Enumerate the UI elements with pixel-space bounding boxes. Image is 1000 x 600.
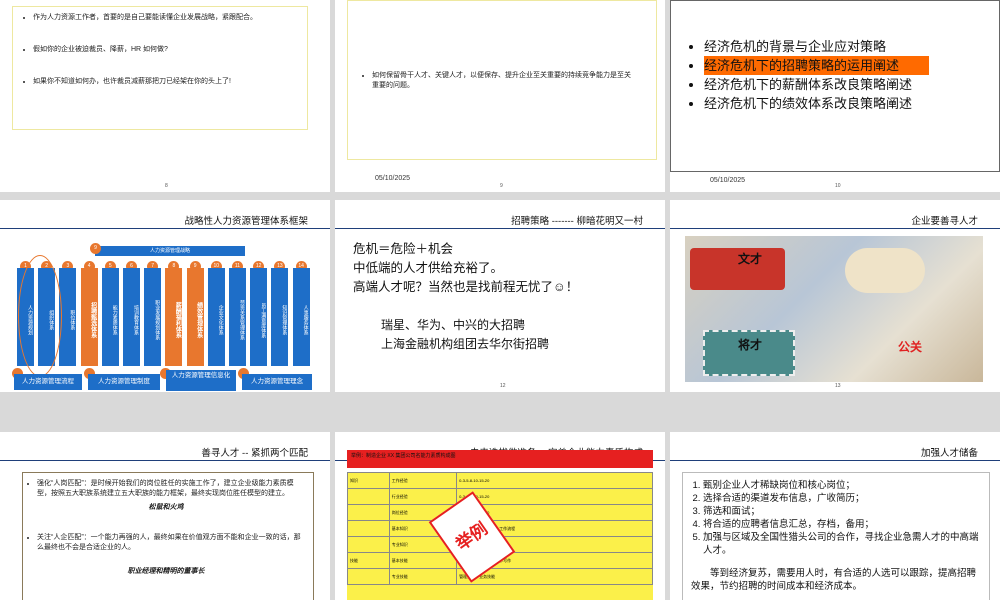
text-line: 瑞星、华为、中兴的大招聘 <box>381 318 526 332</box>
framework-column: 薪酬福利体系 <box>165 268 183 366</box>
table-row: 知识 工作经验 0-3-5-8-10-15-20 <box>347 472 653 489</box>
content-box: 甄别企业人才稀缺岗位和核心岗位； 选择合适的渠道发布信息，广收简历； 筛选和面试… <box>682 472 990 600</box>
framework-column: 劳资关系管理体系 <box>229 268 246 366</box>
agenda-item-highlighted: 经济危机下的招聘策略的运用阐述 <box>704 56 929 75</box>
table-cell: 0-3-5-8-10-15-20 <box>456 472 653 489</box>
slide-thumbnail-8[interactable]: 作为人力资源工作者，首要的是自己要能读懂企业发展战略，紧跟配合。 假如你的企业被… <box>0 0 330 192</box>
table-cell: 知识 <box>347 472 390 489</box>
bottom-bar: 人力资源管理信息化 <box>166 370 236 391</box>
highlight-ellipse <box>18 255 62 377</box>
list-item: 选择合适的渠道发布信息，广收简历； <box>703 492 983 505</box>
slide-title: 招聘策略 ------- 柳暗花明又一村 <box>511 216 643 227</box>
bullet: 作为人力资源工作者，首要的是自己要能读懂企业发展战略，紧跟配合。 <box>33 13 307 23</box>
list-item: 甄别企业人才稀缺岗位和核心岗位； <box>703 479 983 492</box>
slide-thumbnail-9[interactable]: 如何保留骨干人才、关键人才，以便保存、提升企业至关重要的持续竞争能力是至关重要的… <box>335 0 665 192</box>
label-text: 文才 <box>738 252 763 266</box>
agenda-list: 经济危机的背景与企业应对策略 经济危机下的招聘策略的运用阐述 经济危机下的薪酬体… <box>688 37 929 113</box>
gear-icon: 9 <box>90 243 101 254</box>
slide-number: 8 <box>165 183 168 189</box>
framework-column: 员工满意度体系 <box>250 268 268 366</box>
slide-date: 05/10/2025 <box>710 177 746 184</box>
table-row: 行业经验0-3-5-8-10-15-20 <box>347 488 653 505</box>
framework-column: 能力素质体系 <box>101 268 119 366</box>
list-item: 筛选和面试； <box>703 505 983 518</box>
table-cell <box>347 488 390 505</box>
bottom-bar: 人力资源管理流程 <box>14 374 82 390</box>
framework-column: 企业文化体系 <box>207 268 225 366</box>
table-cell: 专业技能 <box>388 568 458 585</box>
form-header: 举例：制造企业 XX 集团公司名能力素质构成图 <box>347 450 653 468</box>
slide-number: 9 <box>500 183 503 189</box>
slide-title: 战略性人力资源管理体系框架 <box>184 216 308 227</box>
bottom-bar: 人力资源管理理念 <box>242 374 312 390</box>
agenda-item: 经济危机下的薪酬体系改良策略阐述 <box>704 75 929 94</box>
slide-title: 加强人才储备 <box>920 448 978 459</box>
portrait-image <box>845 248 925 293</box>
text-line: 中低端的人才供给充裕了。 <box>353 261 504 275</box>
content-box: 如何保留骨干人才、关键人才，以便保存、提升企业至关重要的持续竞争能力是至关重要的… <box>347 0 657 160</box>
bullet: 强化“人岗匹配”：是时候开始我们的岗位胜任的实施工作了，建立企业级能力素质模型，… <box>37 479 307 499</box>
agenda-item: 经济危机下的绩效体系改良策略阐述 <box>704 94 929 113</box>
paragraph: 等到经济复苏，需要用人时，有合适的人选可以跟踪，提高招聘效果，节约招聘的时间成本… <box>691 568 977 592</box>
table-cell: 行业经验 <box>388 488 458 505</box>
framework-column: 培训教育体系 <box>123 268 140 366</box>
agenda-item: 经济危机的背景与企业应对策略 <box>704 37 929 56</box>
framework-column: 知识管理体系 <box>271 268 289 366</box>
table-row: 专业技能管理技能、业务技能 <box>347 568 653 585</box>
framework-column: 绩效管理体系 <box>186 268 204 366</box>
table-row: 岗位经验0-3-5-8-10-15-20 <box>347 504 653 521</box>
slide-number: 13 <box>835 383 841 389</box>
table-cell: 工作经验 <box>388 472 458 489</box>
list-item: 将合适的应聘者信息汇总，存档，备用； <box>703 518 983 531</box>
title-divider <box>670 460 1000 461</box>
slide-thumbnail-12[interactable]: 招聘策略 ------- 柳暗花明又一村 危机＝危险＋机会 中低端的人才供给充裕… <box>335 200 665 392</box>
slide-number: 12 <box>500 383 506 389</box>
table-cell <box>347 536 390 553</box>
note-text: 松鼠和火鸡 <box>148 504 184 511</box>
table-cell: 基本技能 <box>388 552 458 569</box>
bullet: 如果你不知道如何办，也许裁员减薪那把刀已经架在你的头上了! <box>33 77 307 87</box>
bottom-bar: 人力资源管理制度 <box>88 374 160 390</box>
bullet: 假如你的企业被迫裁员、降薪，HR 如何做? <box>33 45 307 55</box>
label-text: 公关 <box>898 340 923 354</box>
slide-thumbnail-15[interactable]: 未来选拔做准备 -- 完善企业能力素质构成 举例：制造企业 XX 集团公司名能力… <box>335 432 665 600</box>
slide-thumbnail-11[interactable]: 战略性人力资源管理体系框架 人力资源管理战略 9 1 2 3 4 5 6 7 8 9 10 11 12… <box>0 200 330 392</box>
title-divider <box>670 228 1000 229</box>
table-cell <box>347 520 390 537</box>
bullet: 关注“人企匹配”：一个能力再强的人，最终如果在价值观方面不能和企业一致的话，那么… <box>37 533 307 553</box>
note-text: 职业经理和精明的董事长 <box>127 568 205 575</box>
slide-thumbnail-13[interactable]: 企业要善寻人才 文才 将才 公关 13 <box>670 200 1000 392</box>
framework-column: 职业发展规划体系 <box>144 268 162 366</box>
bullet: 如何保留骨干人才、关键人才，以便保存、提升企业至关重要的持续竞争能力是至关重要的… <box>372 71 636 91</box>
content-box: 强化“人岗匹配”：是时候开始我们的岗位胜任的实施工作了，建立企业级能力素质模型，… <box>22 472 314 600</box>
title-divider <box>0 228 330 229</box>
label-text: 将才 <box>738 338 763 352</box>
slide-thumbnail-16[interactable]: 加强人才储备 甄别企业人才稀缺岗位和核心岗位； 选择合适的渠道发布信息，广收简历… <box>670 432 1000 600</box>
table-cell <box>347 504 390 521</box>
table-cell: 0-3-5-8-10-15-20 <box>456 488 653 505</box>
title-divider <box>335 228 665 229</box>
title-divider <box>0 460 330 461</box>
text-line: 高端人才呢？当然也是找前程无忧了☺！ <box>353 280 579 294</box>
slide-number: 10 <box>835 183 841 189</box>
table-cell <box>347 568 390 585</box>
text-line: 危机＝危险＋机会 <box>353 242 454 256</box>
slide-thumbnail-14[interactable]: 善寻人才 -- 紧抓两个匹配 强化“人岗匹配”：是时候开始我们的岗位胜任的实施工… <box>0 432 330 600</box>
table-cell: 技能 <box>347 552 390 569</box>
list-item: 加强与区域及全国性猎头公司的合作，寻找企业急需人才的中高端人才。 <box>703 531 983 557</box>
framework-top-bar: 人力资源管理战略 <box>95 246 245 256</box>
slide-date: 05/10/2025 <box>375 175 411 182</box>
slide-title: 善寻人才 -- 紧抓两个匹配 <box>201 448 308 459</box>
framework-column: 招聘甄选体系 <box>80 268 98 366</box>
sub-text: 瑞星、华为、中兴的大招聘 上海金融机构组团去华尔街招聘 <box>381 316 549 354</box>
main-text: 危机＝危险＋机会 中低端的人才供给充裕了。 高端人才呢？当然也是找前程无忧了☺！ <box>353 240 578 297</box>
text-line: 上海金融机构组团去华尔街招聘 <box>381 337 550 351</box>
content-box: 作为人力资源工作者，首要的是自己要能读懂企业发展战略，紧跟配合。 假如你的企业被… <box>12 6 308 130</box>
framework-column: 人事服务体系 <box>292 268 310 366</box>
slide-title: 企业要善寻人才 <box>911 216 978 227</box>
slide-thumbnail-10[interactable]: 经济危机的背景与企业应对策略 经济危机下的招聘策略的运用阐述 经济危机下的薪酬体… <box>670 0 1000 192</box>
